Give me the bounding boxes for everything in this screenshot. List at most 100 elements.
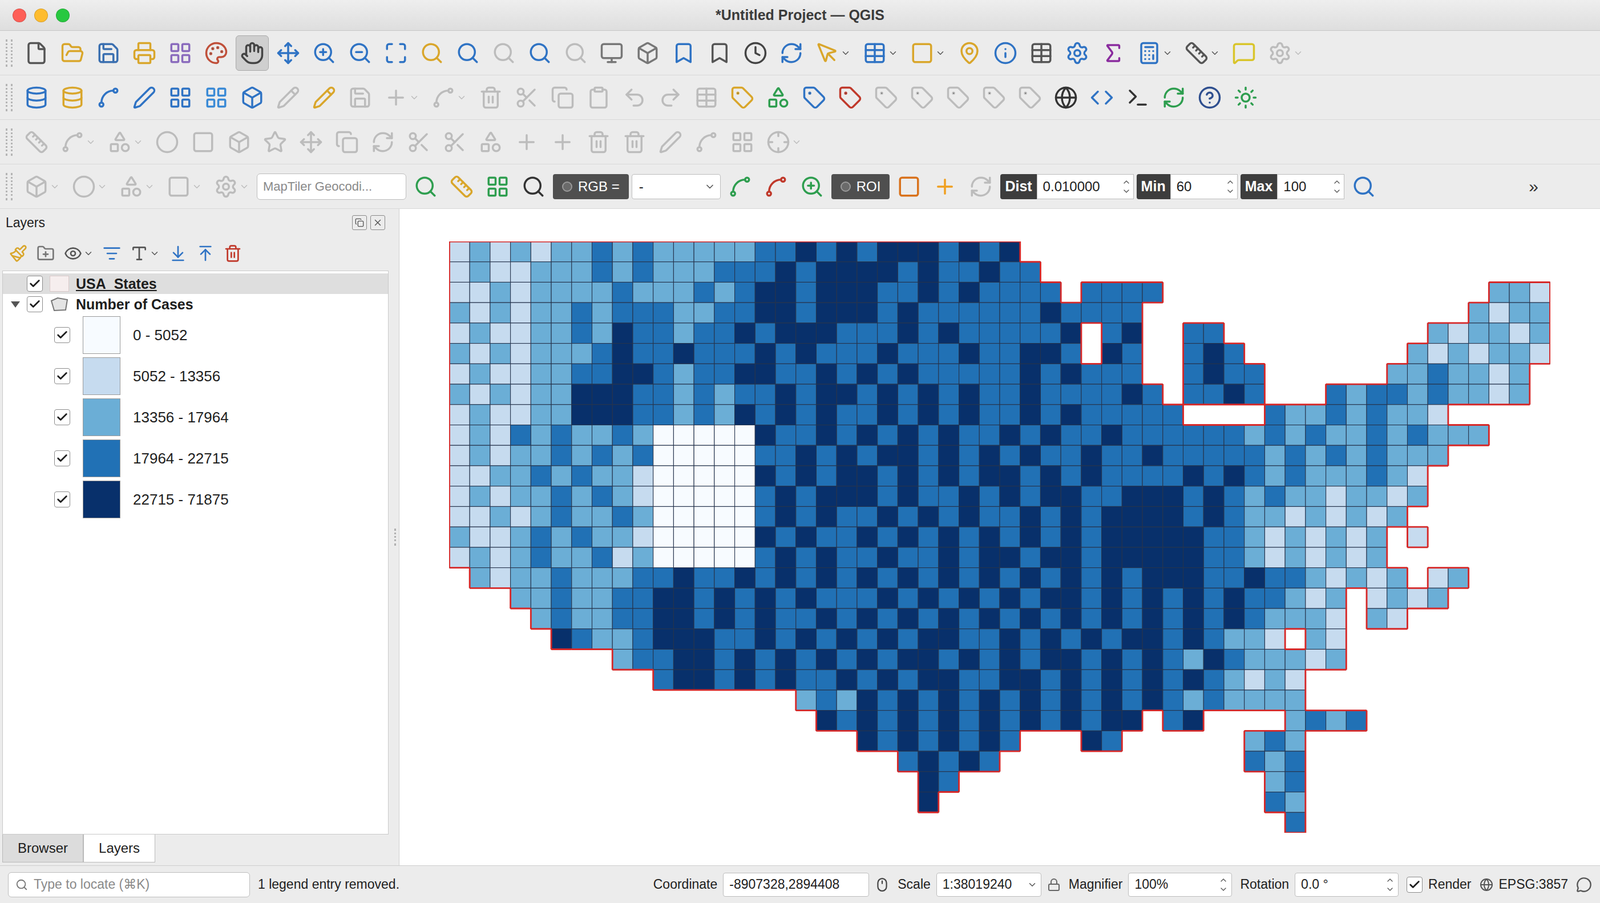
county-cell[interactable] bbox=[1387, 567, 1408, 589]
county-cell[interactable] bbox=[1203, 669, 1224, 690]
county-cell[interactable] bbox=[815, 343, 837, 365]
county-cell[interactable] bbox=[1448, 363, 1469, 385]
county-cell[interactable] bbox=[1060, 710, 1082, 731]
county-cell[interactable] bbox=[1020, 261, 1041, 283]
county-cell[interactable] bbox=[836, 567, 858, 589]
county-cell[interactable] bbox=[653, 526, 674, 548]
county-cell[interactable] bbox=[857, 281, 878, 303]
county-cell[interactable] bbox=[530, 465, 552, 487]
county-cell[interactable] bbox=[877, 363, 899, 385]
county-cell[interactable] bbox=[693, 567, 715, 589]
county-cell[interactable] bbox=[897, 363, 919, 385]
county-cell[interactable] bbox=[1285, 710, 1306, 731]
toolbar-button[interactable] bbox=[928, 168, 962, 205]
county-cell[interactable] bbox=[510, 486, 532, 507]
county-cell[interactable] bbox=[836, 241, 858, 262]
county-cell[interactable] bbox=[1183, 526, 1204, 548]
county-cell[interactable] bbox=[673, 425, 694, 446]
toolbar-button[interactable] bbox=[343, 79, 377, 116]
county-cell[interactable] bbox=[897, 302, 919, 323]
county-cell[interactable] bbox=[938, 281, 960, 303]
county-cell[interactable] bbox=[449, 547, 470, 568]
county-cell[interactable] bbox=[1264, 404, 1286, 426]
county-cell[interactable] bbox=[959, 465, 980, 487]
county-cell[interactable] bbox=[612, 241, 633, 262]
county-cell[interactable] bbox=[551, 425, 572, 446]
spin-field[interactable]: 0.010000 bbox=[1036, 174, 1134, 200]
toolbar-button[interactable] bbox=[892, 168, 926, 205]
county-cell[interactable] bbox=[959, 526, 980, 548]
county-cell[interactable] bbox=[653, 302, 674, 323]
county-cell[interactable] bbox=[551, 547, 572, 568]
county-cell[interactable] bbox=[1020, 445, 1041, 466]
county-cell[interactable] bbox=[510, 302, 532, 323]
county-cell[interactable] bbox=[836, 363, 858, 385]
spin-field[interactable]: 60 bbox=[1170, 174, 1238, 200]
county-cell[interactable] bbox=[673, 669, 694, 690]
county-cell[interactable] bbox=[959, 404, 980, 426]
county-cell[interactable] bbox=[775, 465, 797, 487]
county-cell[interactable] bbox=[754, 322, 776, 344]
county-cell[interactable] bbox=[612, 506, 633, 527]
county-cell[interactable] bbox=[1223, 363, 1245, 385]
county-cell[interactable] bbox=[836, 302, 858, 323]
county-cell[interactable] bbox=[1326, 465, 1347, 487]
toolbar-button[interactable] bbox=[761, 124, 807, 160]
county-cell[interactable] bbox=[1223, 343, 1245, 365]
county-cell[interactable] bbox=[1285, 567, 1306, 589]
county-cell[interactable] bbox=[1529, 322, 1551, 344]
county-cell[interactable] bbox=[1121, 669, 1143, 690]
county-cell[interactable] bbox=[1366, 486, 1388, 507]
county-cell[interactable] bbox=[1203, 608, 1224, 629]
mode-toggle[interactable]: RGB = bbox=[552, 174, 629, 200]
county-cell[interactable] bbox=[714, 384, 735, 405]
county-cell[interactable] bbox=[796, 343, 817, 365]
county-cell[interactable] bbox=[815, 587, 837, 609]
county-cell[interactable] bbox=[449, 404, 470, 426]
county-cell[interactable] bbox=[1183, 547, 1204, 568]
county-cell[interactable] bbox=[979, 302, 1000, 323]
county-cell[interactable] bbox=[510, 526, 532, 548]
county-cell[interactable] bbox=[999, 322, 1021, 344]
county-cell[interactable] bbox=[959, 302, 980, 323]
county-cell[interactable] bbox=[754, 281, 776, 303]
county-cell[interactable] bbox=[571, 587, 593, 609]
county-cell[interactable] bbox=[449, 261, 470, 283]
county-cell[interactable] bbox=[1264, 547, 1286, 568]
county-cell[interactable] bbox=[1060, 587, 1082, 609]
county-cell[interactable] bbox=[897, 648, 919, 670]
toolbar-button[interactable] bbox=[582, 124, 616, 160]
county-cell[interactable] bbox=[959, 384, 980, 405]
county-cell[interactable] bbox=[1305, 445, 1327, 466]
county-cell[interactable] bbox=[693, 261, 715, 283]
county-cell[interactable] bbox=[775, 567, 797, 589]
county-cell[interactable] bbox=[857, 730, 878, 751]
county-cell[interactable] bbox=[1244, 689, 1266, 711]
county-cell[interactable] bbox=[796, 608, 817, 629]
county-cell[interactable] bbox=[571, 506, 593, 527]
county-cell[interactable] bbox=[714, 526, 735, 548]
county-cell[interactable] bbox=[918, 526, 939, 548]
county-cell[interactable] bbox=[1244, 608, 1266, 629]
county-cell[interactable] bbox=[1040, 302, 1061, 323]
county-cell[interactable] bbox=[734, 526, 756, 548]
county-cell[interactable] bbox=[1081, 486, 1102, 507]
county-cell[interactable] bbox=[469, 281, 491, 303]
county-cell[interactable] bbox=[530, 486, 552, 507]
layers-tool-button[interactable] bbox=[166, 241, 190, 265]
county-cell[interactable] bbox=[897, 710, 919, 731]
county-cell[interactable] bbox=[979, 628, 1000, 650]
county-cell[interactable] bbox=[1488, 384, 1510, 405]
county-cell[interactable] bbox=[1529, 281, 1551, 303]
county-cell[interactable] bbox=[1142, 587, 1163, 609]
county-cell[interactable] bbox=[1305, 404, 1327, 426]
county-cell[interactable] bbox=[1162, 445, 1184, 466]
toolbar-button[interactable] bbox=[631, 35, 665, 71]
county-cell[interactable] bbox=[979, 648, 1000, 670]
county-cell[interactable] bbox=[815, 465, 837, 487]
county-cell[interactable] bbox=[1040, 567, 1061, 589]
county-cell[interactable] bbox=[510, 445, 532, 466]
county-cell[interactable] bbox=[1326, 445, 1347, 466]
county-cell[interactable] bbox=[673, 261, 694, 283]
county-cell[interactable] bbox=[1387, 363, 1408, 385]
